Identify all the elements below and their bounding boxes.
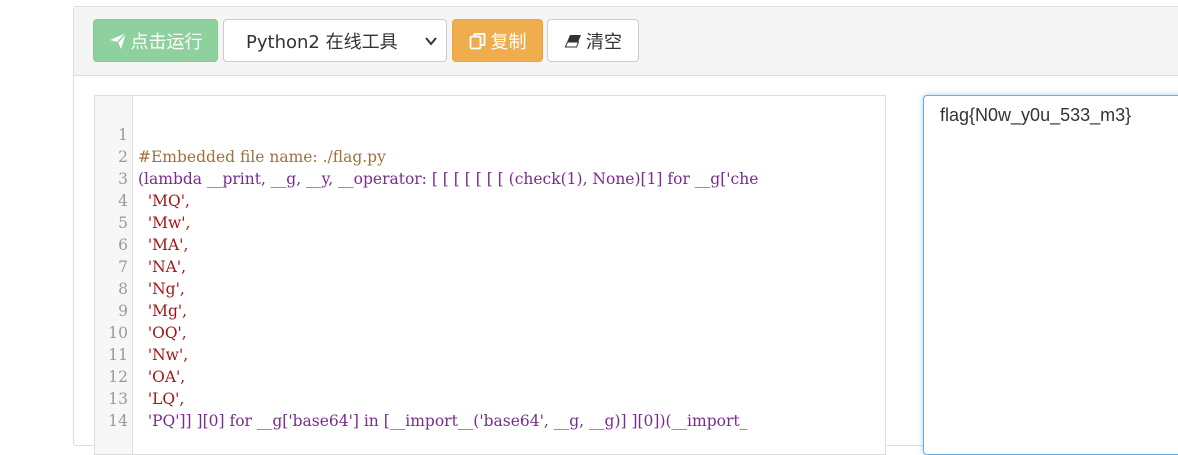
clear-button[interactable]: 清空 bbox=[547, 19, 639, 62]
copy-button-label: 复制 bbox=[490, 31, 527, 53]
code-line: 10 'Nw', bbox=[95, 300, 885, 364]
copy-button[interactable]: 复制 bbox=[452, 19, 543, 62]
output-textarea[interactable]: flag{N0w_y0u_533_m3} bbox=[923, 95, 1178, 455]
clear-button-label: 清空 bbox=[586, 31, 622, 53]
chevron-down-icon bbox=[424, 32, 438, 53]
language-select-value: Python2 在线工具 bbox=[246, 31, 398, 53]
code-editor[interactable]: 1 #Embedded file name: ./flag.py 2 (lamb… bbox=[94, 95, 886, 455]
toolbar: 点击运行 Python2 在线工具 复制 清空 bbox=[74, 7, 1178, 76]
output-text: flag{N0w_y0u_533_m3} bbox=[940, 105, 1132, 125]
code-line: 6 'NA', bbox=[95, 212, 885, 276]
code-text: 'PQ']] ][0] for __g['base64'] in [__impo… bbox=[138, 412, 748, 430]
code-line: 3 'MQ', bbox=[95, 146, 885, 210]
tool-panel: 点击运行 Python2 在线工具 复制 清空 1 #Embedded file… bbox=[73, 6, 1178, 455]
code-line: 1 #Embedded file name: ./flag.py bbox=[95, 102, 885, 166]
line-number: 14 bbox=[108, 412, 128, 430]
copy-icon bbox=[469, 32, 487, 50]
code-lines: 1 #Embedded file name: ./flag.py 2 (lamb… bbox=[95, 102, 885, 430]
run-button-label: 点击运行 bbox=[130, 31, 203, 53]
code-line: 14 bbox=[95, 388, 885, 430]
code-line: 11 'OA', bbox=[95, 322, 885, 386]
language-select[interactable]: Python2 在线工具 bbox=[223, 19, 447, 62]
code-line: 12 'LQ', bbox=[95, 344, 885, 408]
code-line: 8 'Mg', bbox=[95, 256, 885, 320]
code-line: 7 'Ng', bbox=[95, 234, 885, 298]
paper-plane-icon bbox=[109, 32, 127, 50]
code-line: 5 'MA', bbox=[95, 190, 885, 254]
code-line: 2 (lambda __print, __g, __y, __operator:… bbox=[95, 124, 885, 188]
code-line: 4 'Mw', bbox=[95, 168, 885, 232]
code-line: 9 'OQ', bbox=[95, 278, 885, 342]
run-button[interactable]: 点击运行 bbox=[93, 19, 218, 62]
eraser-icon bbox=[564, 33, 582, 49]
code-line: 13 'PQ']] ][0] for __g['base64'] in [__i… bbox=[95, 366, 885, 430]
